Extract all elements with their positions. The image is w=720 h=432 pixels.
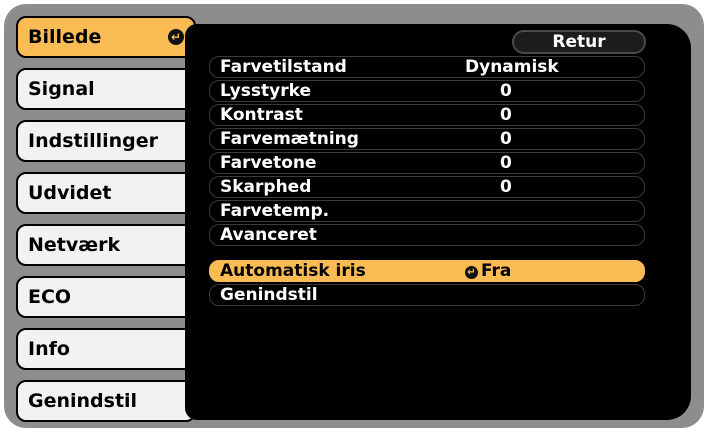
row-value: 0 bbox=[500, 177, 512, 197]
menu-row-skarphed[interactable]: Skarphed 0 bbox=[209, 176, 645, 198]
row-value: Dynamisk bbox=[465, 57, 559, 77]
sidebar-item-indstillinger[interactable]: Indstillinger bbox=[16, 120, 196, 162]
row-value: 0 bbox=[500, 129, 512, 149]
row-label: Kontrast bbox=[220, 105, 303, 125]
row-value-container: ↵ Fra bbox=[465, 261, 511, 281]
menu-row-farvemaetning[interactable]: Farvemætning 0 bbox=[209, 128, 645, 150]
menu-row-automatisk-iris[interactable]: Automatisk iris ↵ Fra bbox=[209, 260, 645, 282]
sidebar-item-label: Genindstil bbox=[28, 390, 138, 412]
sidebar-item-info[interactable]: Info bbox=[16, 328, 196, 370]
sidebar-item-netvaerk[interactable]: Netværk bbox=[16, 224, 196, 266]
row-label: Lysstyrke bbox=[220, 81, 311, 101]
enter-icon: ↵ bbox=[465, 266, 478, 279]
sidebar-item-label: Signal bbox=[28, 78, 95, 100]
sidebar-item-label: ECO bbox=[28, 286, 72, 308]
menu-row-lysstyrke[interactable]: Lysstyrke 0 bbox=[209, 80, 645, 102]
enter-icon: ↵ bbox=[168, 29, 184, 45]
sidebar-item-signal[interactable]: Signal bbox=[16, 68, 196, 110]
sidebar-item-eco[interactable]: ECO bbox=[16, 276, 196, 318]
settings-panel: Retur Farvetilstand Dynamisk Lysstyrke 0… bbox=[185, 24, 691, 420]
row-label: Genindstil bbox=[220, 285, 318, 305]
menu-row-genindstil[interactable]: Genindstil bbox=[209, 284, 645, 306]
menu-row-farvetone[interactable]: Farvetone 0 bbox=[209, 152, 645, 174]
row-label: Automatisk iris bbox=[220, 261, 366, 281]
sidebar-item-label: Info bbox=[28, 338, 70, 360]
row-value: 0 bbox=[500, 153, 512, 173]
row-label: Skarphed bbox=[220, 177, 312, 197]
row-value: Fra bbox=[481, 261, 512, 281]
return-button[interactable]: Retur bbox=[512, 30, 646, 54]
row-label: Avanceret bbox=[220, 225, 317, 245]
sidebar-item-label: Indstillinger bbox=[28, 130, 159, 152]
sidebar-item-label: Billede bbox=[28, 26, 102, 48]
sidebar-item-label: Udvidet bbox=[28, 182, 112, 204]
sidebar-item-label: Netværk bbox=[28, 234, 121, 256]
sidebar-item-udvidet[interactable]: Udvidet bbox=[16, 172, 196, 214]
projector-menu-screen: Billede ↵ Signal Indstillinger Udvidet N… bbox=[4, 4, 704, 428]
menu-row-avanceret[interactable]: Avanceret bbox=[209, 224, 645, 246]
row-value: 0 bbox=[500, 105, 512, 125]
row-label: Farvemætning bbox=[220, 129, 359, 149]
menu-row-farvetilstand[interactable]: Farvetilstand Dynamisk bbox=[209, 56, 645, 78]
sidebar-item-genindstil[interactable]: Genindstil bbox=[16, 380, 196, 422]
row-label: Farvetemp. bbox=[220, 201, 330, 221]
row-label: Farvetilstand bbox=[220, 57, 347, 77]
sidebar-item-billede[interactable]: Billede ↵ bbox=[16, 16, 196, 58]
row-value: 0 bbox=[500, 81, 512, 101]
menu-row-farvetemp[interactable]: Farvetemp. bbox=[209, 200, 645, 222]
row-label: Farvetone bbox=[220, 153, 317, 173]
menu-row-kontrast[interactable]: Kontrast 0 bbox=[209, 104, 645, 126]
